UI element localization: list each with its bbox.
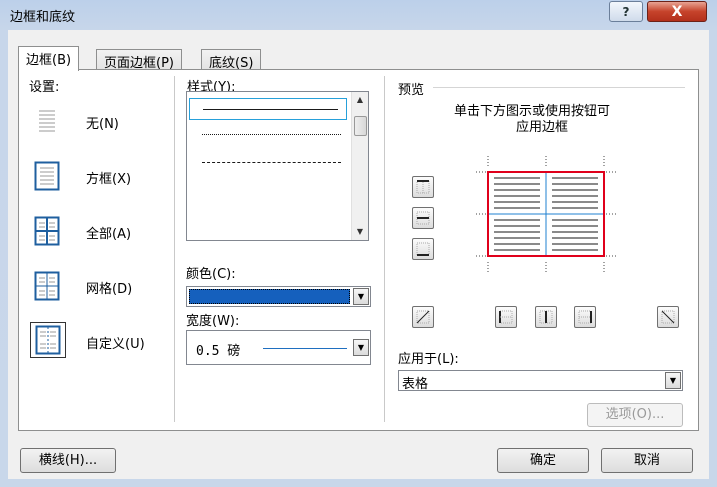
setting-custom-label[interactable]: 自定义(U) [86,333,145,352]
tab-shading[interactable]: 底纹(S) [201,49,262,71]
width-sample-line [263,348,347,349]
bottom-border-button[interactable] [412,238,434,260]
settings-heading: 设置: [29,80,60,95]
width-dropdown[interactable]: 0.5 磅 ▼ [186,330,371,365]
scroll-down-icon[interactable]: ▼ [352,224,368,240]
ok-button[interactable]: 确定 [497,448,589,473]
chevron-down-icon[interactable]: ▼ [353,339,369,356]
tab-page-border[interactable]: 页面边框(P) [96,49,182,71]
dialog-window: 边框和底纹 ? X 边框(B) 页面边框(P) 底纹(S) 设置: 无(N) 方… [0,0,717,487]
close-button[interactable]: X [647,1,707,22]
diagonal-up-border-button[interactable] [412,306,434,328]
setting-none-label[interactable]: 无(N) [86,113,119,132]
setting-box-label[interactable]: 方框(X) [86,168,131,187]
preview-heading: 预览 [398,83,425,98]
width-heading: 宽度(W): [186,314,240,329]
inside-vertical-border-button[interactable] [535,306,557,328]
setting-all-label[interactable]: 全部(A) [86,223,131,242]
column-divider [174,76,175,422]
preview-heading-rule [433,87,685,88]
apply-to-value: 表格 [402,377,429,392]
options-button[interactable]: 选项(O)... [587,403,683,427]
diagonal-down-border-button[interactable] [657,306,679,328]
right-border-button[interactable] [574,306,596,328]
color-swatch [189,289,350,304]
width-value: 0.5 磅 [196,344,241,359]
tab-borders[interactable]: 边框(B) [18,46,80,71]
inside-horizontal-border-button[interactable] [412,207,434,229]
left-border-button[interactable] [495,306,517,328]
setting-grid-label[interactable]: 网格(D) [86,278,132,297]
custom-border-icon[interactable] [30,322,66,358]
style-option-dotted[interactable] [187,123,351,145]
style-option-dash-dot[interactable] [187,207,351,229]
chevron-down-icon[interactable]: ▼ [353,288,369,305]
preview-diagram[interactable] [468,156,618,274]
cancel-button[interactable]: 取消 [601,448,693,473]
chevron-down-icon[interactable]: ▼ [665,372,681,389]
dialog-client: 边框(B) 页面边框(P) 底纹(S) 设置: 无(N) 方框(X) 全部(A)… [8,30,709,479]
style-option-long-dashed[interactable] [187,179,351,201]
preview-instruction-2: 应用边框 [516,120,569,135]
no-border-icon[interactable] [31,105,63,137]
scroll-up-icon[interactable]: ▲ [352,92,368,108]
style-option-solid[interactable] [189,98,347,120]
color-heading: 颜色(C): [186,267,236,282]
apply-to-heading: 应用于(L): [398,352,459,367]
style-option-dashed[interactable] [187,151,351,173]
top-border-button[interactable] [412,176,434,198]
column-divider [384,76,385,422]
style-listbox[interactable]: ▲ ▼ [186,91,369,241]
style-scrollbar[interactable]: ▲ ▼ [351,92,368,240]
color-dropdown[interactable]: ▼ [186,286,371,307]
all-borders-icon[interactable] [31,215,63,247]
title-bar[interactable]: 边框和底纹 ? X [0,0,717,30]
dialog-title: 边框和底纹 [10,10,76,25]
apply-to-dropdown[interactable]: 表格 ▼ [398,370,683,392]
grid-border-icon[interactable] [31,270,63,302]
box-border-icon[interactable] [31,160,63,192]
horizontal-line-button[interactable]: 横线(H)... [20,448,116,473]
scroll-thumb[interactable] [354,116,367,136]
help-button[interactable]: ? [609,1,643,22]
